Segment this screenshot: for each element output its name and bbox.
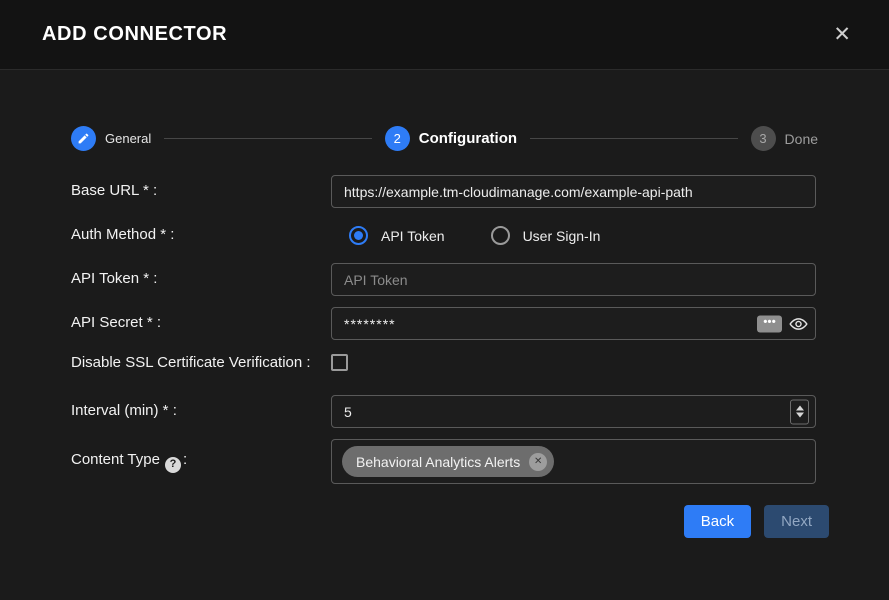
auth-option-user-signin[interactable]: User Sign-In: [491, 226, 601, 245]
api-token-label: API Token * :: [71, 269, 331, 289]
content-type-label: Content Type?:: [71, 450, 331, 472]
content-type-row: Content Type?: Behavioral Analytics Aler…: [71, 439, 816, 484]
dialog-header: ADD CONNECTOR ✕: [0, 0, 889, 70]
auth-method-row: Auth Method * : API Token User Sign-In: [71, 219, 816, 252]
pencil-icon: [71, 126, 96, 151]
add-connector-dialog: ADD CONNECTOR ✕ General 2 Configuration …: [0, 0, 889, 600]
api-secret-label: API Secret * :: [71, 313, 331, 333]
stepper-up-icon[interactable]: [796, 406, 804, 411]
chip-remove-icon[interactable]: ✕: [529, 453, 547, 471]
ssl-verification-label: Disable SSL Certificate Verification :: [71, 351, 331, 373]
ssl-verification-row: Disable SSL Certificate Verification :: [71, 351, 816, 384]
auth-method-options: API Token User Sign-In: [331, 226, 600, 245]
stepper-connector-line: [164, 138, 371, 139]
content-type-input[interactable]: Behavioral Analytics Alerts ✕: [331, 439, 816, 484]
stepper-step-general[interactable]: General: [71, 126, 151, 151]
step-number-2: 2: [385, 126, 410, 151]
radio-unselected-icon: [491, 226, 510, 245]
interval-input[interactable]: [331, 395, 816, 428]
api-token-input[interactable]: [331, 263, 816, 296]
next-button[interactable]: Next: [764, 505, 829, 538]
ssl-verification-checkbox[interactable]: [331, 354, 348, 371]
auth-option-user-signin-label: User Sign-In: [523, 228, 601, 244]
api-token-row: API Token * :: [71, 263, 816, 296]
step-label-general: General: [105, 131, 151, 146]
chip-label: Behavioral Analytics Alerts: [356, 454, 520, 470]
step-label-configuration: Configuration: [419, 130, 517, 147]
dialog-title: ADD CONNECTOR: [42, 23, 227, 46]
base-url-label: Base URL * :: [71, 181, 331, 201]
interval-row: Interval (min) * :: [71, 395, 816, 428]
base-url-input[interactable]: [331, 175, 816, 208]
stepper-step-done[interactable]: 3 Done: [751, 126, 818, 151]
step-number-3: 3: [751, 126, 776, 151]
api-secret-field-icons: •••: [757, 314, 808, 333]
stepper-connector-line: [530, 138, 737, 139]
step-label-done: Done: [785, 131, 818, 147]
content-type-label-colon: :: [183, 451, 187, 468]
help-icon[interactable]: ?: [165, 457, 181, 473]
dialog-footer: Back Next: [0, 495, 889, 538]
radio-selected-icon: [349, 226, 368, 245]
content-type-chip: Behavioral Analytics Alerts ✕: [342, 446, 554, 477]
stepper-down-icon[interactable]: [796, 413, 804, 418]
back-button[interactable]: Back: [684, 505, 751, 538]
api-secret-input[interactable]: [331, 307, 816, 340]
auth-method-label: Auth Method * :: [71, 225, 331, 245]
api-secret-row: API Secret * : •••: [71, 307, 816, 340]
show-password-eye-icon[interactable]: [789, 314, 808, 333]
more-options-icon[interactable]: •••: [757, 315, 782, 332]
base-url-row: Base URL * :: [71, 175, 816, 208]
number-stepper-icon[interactable]: [790, 399, 809, 424]
stepper-step-configuration[interactable]: 2 Configuration: [385, 126, 517, 151]
connector-form: Base URL * : Auth Method * : API Token U…: [0, 151, 889, 484]
interval-label: Interval (min) * :: [71, 401, 331, 421]
auth-option-api-token-label: API Token: [381, 228, 445, 244]
auth-option-api-token[interactable]: API Token: [349, 226, 445, 245]
content-type-label-text: Content Type: [71, 451, 160, 468]
stepper: General 2 Configuration 3 Done: [0, 126, 889, 151]
close-icon[interactable]: ✕: [829, 20, 855, 49]
